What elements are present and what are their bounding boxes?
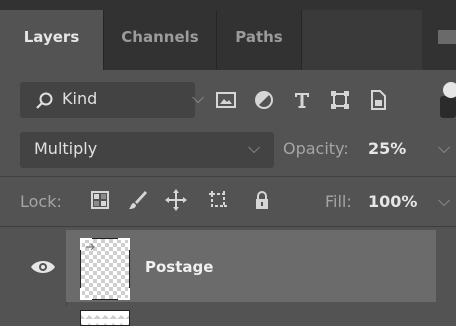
search-icon: [36, 92, 53, 109]
layers-list-divider: [0, 226, 456, 227]
layer-name[interactable]: Postage: [145, 258, 213, 276]
filter-kind-label: Kind: [62, 89, 98, 108]
blend-mode-select[interactable]: Multiply ⌵: [20, 132, 274, 168]
filter-toggle-switch[interactable]: [443, 82, 456, 98]
type-filter-icon[interactable]: [290, 88, 314, 112]
lock-position-icon[interactable]: [164, 188, 188, 212]
lock-artboard-icon[interactable]: [206, 188, 230, 212]
adjustment-filter-icon[interactable]: [252, 88, 276, 112]
thumbnail-selection-corner: [80, 288, 92, 300]
next-layer-row[interactable]: [0, 306, 456, 326]
chevron-down-icon: ⌵: [248, 138, 261, 157]
blend-mode-value: Multiply: [34, 139, 98, 158]
lock-all-icon[interactable]: [250, 188, 274, 212]
fill-label: Fill:: [325, 192, 352, 211]
thumbnail-selection-corner: [118, 238, 130, 250]
image-filter-icon[interactable]: [214, 88, 238, 112]
fill-input[interactable]: 100%: [368, 192, 417, 211]
options-divider: [0, 176, 456, 177]
eye-icon: [31, 261, 55, 273]
chevron-down-icon: ⌵: [192, 88, 205, 107]
layer-filter-bar: Kind ⌵: [0, 82, 456, 118]
visibility-toggle[interactable]: [18, 230, 67, 306]
layer-link-icon: [86, 243, 95, 251]
filter-toggle-track[interactable]: [440, 96, 456, 118]
lock-transparent-pixels-icon[interactable]: [88, 188, 112, 212]
opacity-input[interactable]: 25%: [368, 139, 406, 158]
tab-channels[interactable]: Channels: [104, 10, 216, 70]
tab-layers[interactable]: Layers: [0, 10, 103, 70]
thumbnail-selection-corner: [118, 288, 130, 300]
lock-label: Lock:: [20, 192, 62, 211]
lock-options-bar: Lock: Fill: 100% ⌵: [0, 186, 456, 218]
opacity-dropdown-icon[interactable]: ⌵: [438, 138, 450, 158]
opacity-label: Opacity:: [283, 139, 349, 158]
layer-row[interactable]: Postage: [0, 230, 456, 306]
shape-filter-icon[interactable]: [328, 88, 352, 112]
panel-menu-icon[interactable]: [438, 30, 456, 44]
tab-bar-empty-area: [302, 10, 422, 70]
lock-image-pixels-icon[interactable]: [126, 188, 150, 212]
panel-tab-bar: Layers Channels Paths: [0, 0, 456, 70]
smart-object-filter-icon[interactable]: [366, 88, 390, 112]
blend-options-bar: Multiply ⌵ Opacity: 25% ⌵: [0, 132, 456, 168]
layer-thumbnail[interactable]: [80, 310, 130, 326]
layer-thumbnail[interactable]: [80, 238, 130, 300]
filter-kind-select[interactable]: Kind ⌵: [20, 82, 204, 118]
fill-dropdown-icon[interactable]: ⌵: [438, 191, 450, 211]
tab-paths[interactable]: Paths: [217, 10, 301, 70]
